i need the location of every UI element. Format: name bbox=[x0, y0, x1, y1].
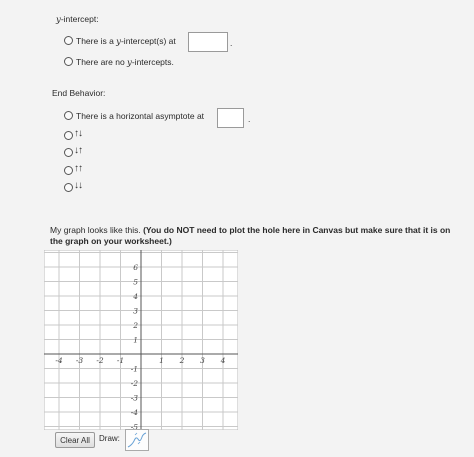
horizontal-asymptote-answer-box[interactable] bbox=[217, 108, 244, 128]
arrow-option-down-up: ↓↑ bbox=[74, 145, 83, 156]
draw-label: Draw: bbox=[99, 434, 120, 443]
end-behavior-heading: End Behavior: bbox=[52, 88, 106, 98]
horizontal-asymptote-radio[interactable] bbox=[64, 111, 73, 120]
y-tick-label: 6 bbox=[133, 263, 138, 272]
x-tick-label: 2 bbox=[179, 356, 185, 365]
y-tick-label: 3 bbox=[133, 307, 138, 316]
graph-canvas[interactable]: -5-4-3-2-112345654321-1-2-3-4-5 bbox=[44, 250, 238, 430]
graph-instructions: My graph looks like this. (You do NOT ne… bbox=[50, 225, 451, 246]
horizontal-asymptote-option: There is a horizontal asymptote at bbox=[76, 111, 205, 121]
y-intercept-option-1: There is a y-intercept(s) at bbox=[76, 36, 176, 47]
y-tick-label: -1 bbox=[131, 365, 138, 374]
x-tick-label: -2 bbox=[96, 356, 104, 365]
x-tick-label: 4 bbox=[220, 356, 226, 365]
y-intercept-answer-box[interactable] bbox=[188, 32, 228, 52]
y-intercept-period: . bbox=[230, 38, 233, 48]
y-tick-label: 2 bbox=[132, 321, 138, 330]
x-tick-label: -4 bbox=[55, 356, 63, 365]
y-tick-label: 5 bbox=[133, 278, 138, 287]
arrow-option-radio-2[interactable] bbox=[64, 148, 73, 157]
draw-tool-button[interactable] bbox=[125, 429, 149, 451]
horizontal-asymptote-period: . bbox=[248, 114, 251, 124]
arrow-option-radio-4[interactable] bbox=[64, 183, 73, 192]
arrow-option-up-down: ↑↓ bbox=[74, 128, 83, 139]
y-tick-label: -4 bbox=[131, 408, 139, 417]
arrow-option-down-down: ↓↓ bbox=[74, 180, 83, 191]
clear-all-button[interactable]: Clear All bbox=[55, 432, 95, 448]
x-tick-label: 1 bbox=[159, 356, 164, 365]
y-intercept-option-2: There are no y-intercepts. bbox=[76, 57, 174, 68]
y-tick-label: 1 bbox=[133, 336, 138, 345]
x-tick-label: -1 bbox=[117, 356, 124, 365]
x-tick-label: 3 bbox=[200, 356, 205, 365]
arrow-option-radio-1[interactable] bbox=[64, 131, 73, 140]
y-tick-label: -2 bbox=[131, 379, 139, 388]
arrow-option-up-up: ↑↑ bbox=[74, 163, 83, 174]
x-tick-label: -3 bbox=[76, 356, 84, 365]
y-tick-label: 4 bbox=[132, 292, 138, 301]
curve-tool-icon bbox=[127, 432, 147, 448]
y-tick-label: -3 bbox=[131, 394, 139, 403]
y-intercept-radio-2[interactable] bbox=[64, 57, 73, 66]
y-intercept-heading: y-intercept: bbox=[56, 14, 99, 25]
arrow-option-radio-3[interactable] bbox=[64, 166, 73, 175]
y-intercept-radio-1[interactable] bbox=[64, 36, 73, 45]
